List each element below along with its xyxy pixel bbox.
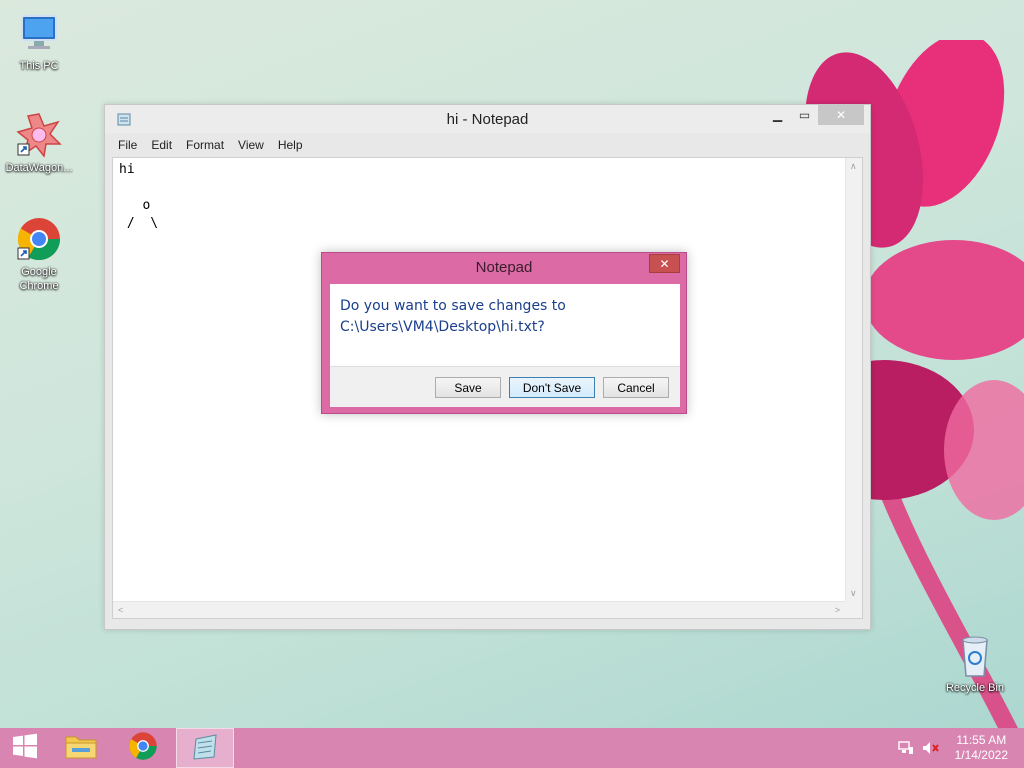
notepad-titlebar[interactable]: hi - Notepad ▁ ▭ ✕ xyxy=(105,105,870,133)
maximize-button[interactable]: ▭ xyxy=(791,105,818,125)
taskbar: 11:55 AM 1/14/2022 xyxy=(0,728,1024,768)
recycle-bin-icon xyxy=(952,632,998,678)
scroll-down-icon[interactable]: ∨ xyxy=(850,588,857,598)
taskbar-notepad[interactable] xyxy=(176,728,234,768)
menu-help[interactable]: Help xyxy=(271,135,310,155)
volume-muted-icon[interactable] xyxy=(922,741,939,755)
editor-text[interactable]: hi o / \ xyxy=(119,161,158,233)
close-icon: ✕ xyxy=(835,108,847,122)
minimize-button[interactable]: ▁ xyxy=(764,105,791,125)
menu-view[interactable]: View xyxy=(231,135,271,155)
menu-format[interactable]: Format xyxy=(179,135,231,155)
text-line: / \ xyxy=(119,216,159,231)
chrome-icon xyxy=(128,731,158,766)
close-button[interactable]: ✕ xyxy=(818,105,864,125)
desktop-icon-datawagon[interactable]: DataWagon... xyxy=(3,112,75,175)
desktop-icon-google-chrome[interactable]: Google Chrome xyxy=(3,216,75,293)
vertical-scrollbar[interactable]: ∧ ∨ xyxy=(845,158,862,601)
dialog-title: Notepad xyxy=(475,259,533,276)
dialog-message-line: Do you want to save changes to xyxy=(340,298,566,314)
cancel-button[interactable]: Cancel xyxy=(603,377,669,398)
dialog-message-path: C:\Users\VM4\Desktop\hi.txt? xyxy=(340,319,545,335)
scroll-left-icon[interactable]: < xyxy=(118,605,123,615)
window-title: hi - Notepad xyxy=(446,111,529,128)
desktop-icon-recycle-bin[interactable]: Recycle Bin xyxy=(939,632,1011,695)
desktop-icon-this-pc[interactable]: This PC xyxy=(3,10,75,73)
save-changes-dialog[interactable]: Notepad ✕ Do you want to save changes to… xyxy=(321,252,687,414)
clock-time: 11:55 AM xyxy=(956,733,1007,747)
save-button[interactable]: Save xyxy=(435,377,501,398)
dialog-footer: Save Don't Save Cancel xyxy=(330,366,680,407)
desktop-icon-label: Google Chrome xyxy=(19,266,59,292)
text-line: hi xyxy=(119,162,135,177)
desktop-icon-label: DataWagon... xyxy=(5,162,73,174)
start-button[interactable] xyxy=(0,728,50,768)
desktop-icon-label: This PC xyxy=(19,60,59,72)
windows-logo-icon xyxy=(11,732,39,765)
taskbar-file-explorer[interactable] xyxy=(56,728,106,768)
minimize-icon: ▁ xyxy=(772,108,783,122)
maximize-icon: ▭ xyxy=(798,108,811,122)
chrome-icon xyxy=(16,216,62,262)
text-line xyxy=(119,179,158,197)
network-icon[interactable] xyxy=(898,741,914,755)
scroll-up-icon[interactable]: ∧ xyxy=(850,161,857,171)
menu-bar: File Edit Format View Help xyxy=(111,135,310,155)
system-clock[interactable]: 11:55 AM 1/14/2022 xyxy=(955,733,1008,763)
dont-save-button[interactable]: Don't Save xyxy=(509,377,595,398)
computer-icon xyxy=(16,10,62,56)
text-line: o xyxy=(119,198,151,213)
taskbar-chrome[interactable] xyxy=(118,728,168,768)
clock-date: 1/14/2022 xyxy=(954,748,1008,762)
horizontal-scrollbar[interactable]: < > xyxy=(113,601,845,618)
scroll-right-icon[interactable]: > xyxy=(835,605,840,615)
menu-file[interactable]: File xyxy=(111,135,144,155)
scrollbar-corner xyxy=(845,601,862,618)
desktop-icon-label: Recycle Bin xyxy=(945,682,1005,694)
dialog-body: Do you want to save changes to C:\Users\… xyxy=(330,284,680,366)
close-icon: ✕ xyxy=(659,256,670,271)
datawagon-icon xyxy=(16,112,62,158)
folder-icon xyxy=(64,731,98,766)
menu-edit[interactable]: Edit xyxy=(144,135,179,155)
notepad-icon xyxy=(190,731,220,766)
dialog-close-button[interactable]: ✕ xyxy=(649,254,680,273)
dialog-message: Do you want to save changes to C:\Users\… xyxy=(340,296,566,338)
